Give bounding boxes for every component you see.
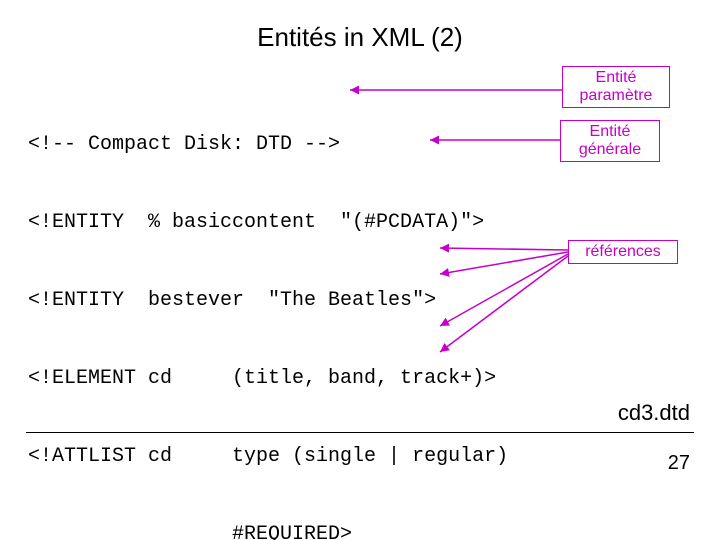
code-line: <!ENTITY bestever "The Beatles"> [28, 288, 508, 314]
code-line: <!ATTLIST cd type (single | regular) [28, 444, 508, 470]
code-line: <!ENTITY % basiccontent "(#PCDATA)"> [28, 210, 508, 236]
code-line: <!ELEMENT cd (title, band, track+)> [28, 366, 508, 392]
code-line: <!-- Compact Disk: DTD --> [28, 132, 508, 158]
code-line: #REQUIRED> [28, 522, 508, 540]
annotation-param-entity: Entité paramètre [562, 66, 670, 108]
annotation-references: références [568, 240, 678, 264]
file-name-label: cd3.dtd [618, 400, 690, 426]
code-block: <!-- Compact Disk: DTD --> <!ENTITY % ba… [28, 80, 508, 540]
annotation-general-entity: Entité générale [560, 120, 660, 162]
divider [26, 432, 694, 433]
slide: Entités in XML (2) <!-- Compact Disk: DT… [0, 0, 720, 540]
slide-title: Entités in XML (2) [0, 22, 720, 53]
page-number: 27 [668, 452, 690, 475]
